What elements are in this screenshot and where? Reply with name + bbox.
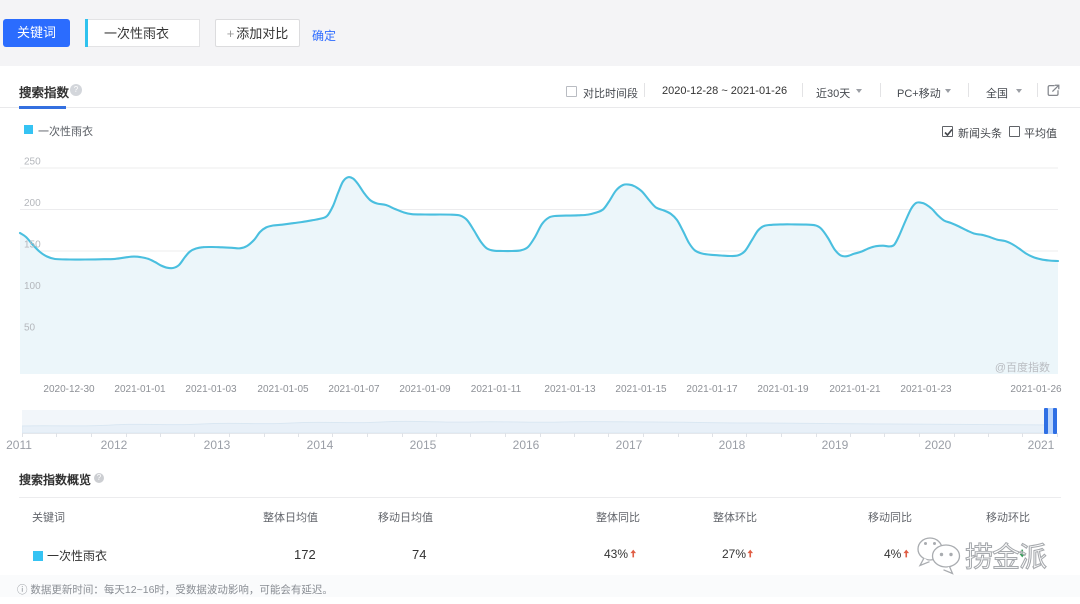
svg-text:2021-01-19: 2021-01-19 (757, 384, 809, 395)
svg-text:2021-01-03: 2021-01-03 (185, 384, 237, 395)
svg-text:2021-01-05: 2021-01-05 (257, 384, 309, 395)
svg-text:50: 50 (24, 323, 36, 334)
svg-text:2021-01-21: 2021-01-21 (829, 384, 881, 395)
svg-text:2021-01-11: 2021-01-11 (471, 384, 522, 395)
svg-text:250: 250 (24, 157, 41, 168)
svg-text:2021-01-09: 2021-01-09 (399, 384, 451, 395)
svg-text:2020-12-30: 2020-12-30 (43, 384, 95, 395)
svg-text:2021-01-13: 2021-01-13 (544, 384, 596, 395)
svg-text:2021-01-23: 2021-01-23 (900, 384, 952, 395)
svg-text:100: 100 (24, 281, 41, 292)
svg-text:@百度指数: @百度指数 (995, 360, 1050, 374)
svg-text:2021-01-07: 2021-01-07 (328, 384, 380, 395)
svg-text:2021-01-17: 2021-01-17 (686, 384, 738, 395)
svg-text:2021-01-15: 2021-01-15 (615, 384, 667, 395)
svg-text:150: 150 (24, 240, 41, 251)
svg-text:2021-01-01: 2021-01-01 (114, 384, 166, 395)
svg-text:2021-01-26: 2021-01-26 (1010, 384, 1062, 395)
svg-text:捞金派: 捞金派 (965, 542, 1047, 573)
svg-text:200: 200 (24, 198, 41, 209)
